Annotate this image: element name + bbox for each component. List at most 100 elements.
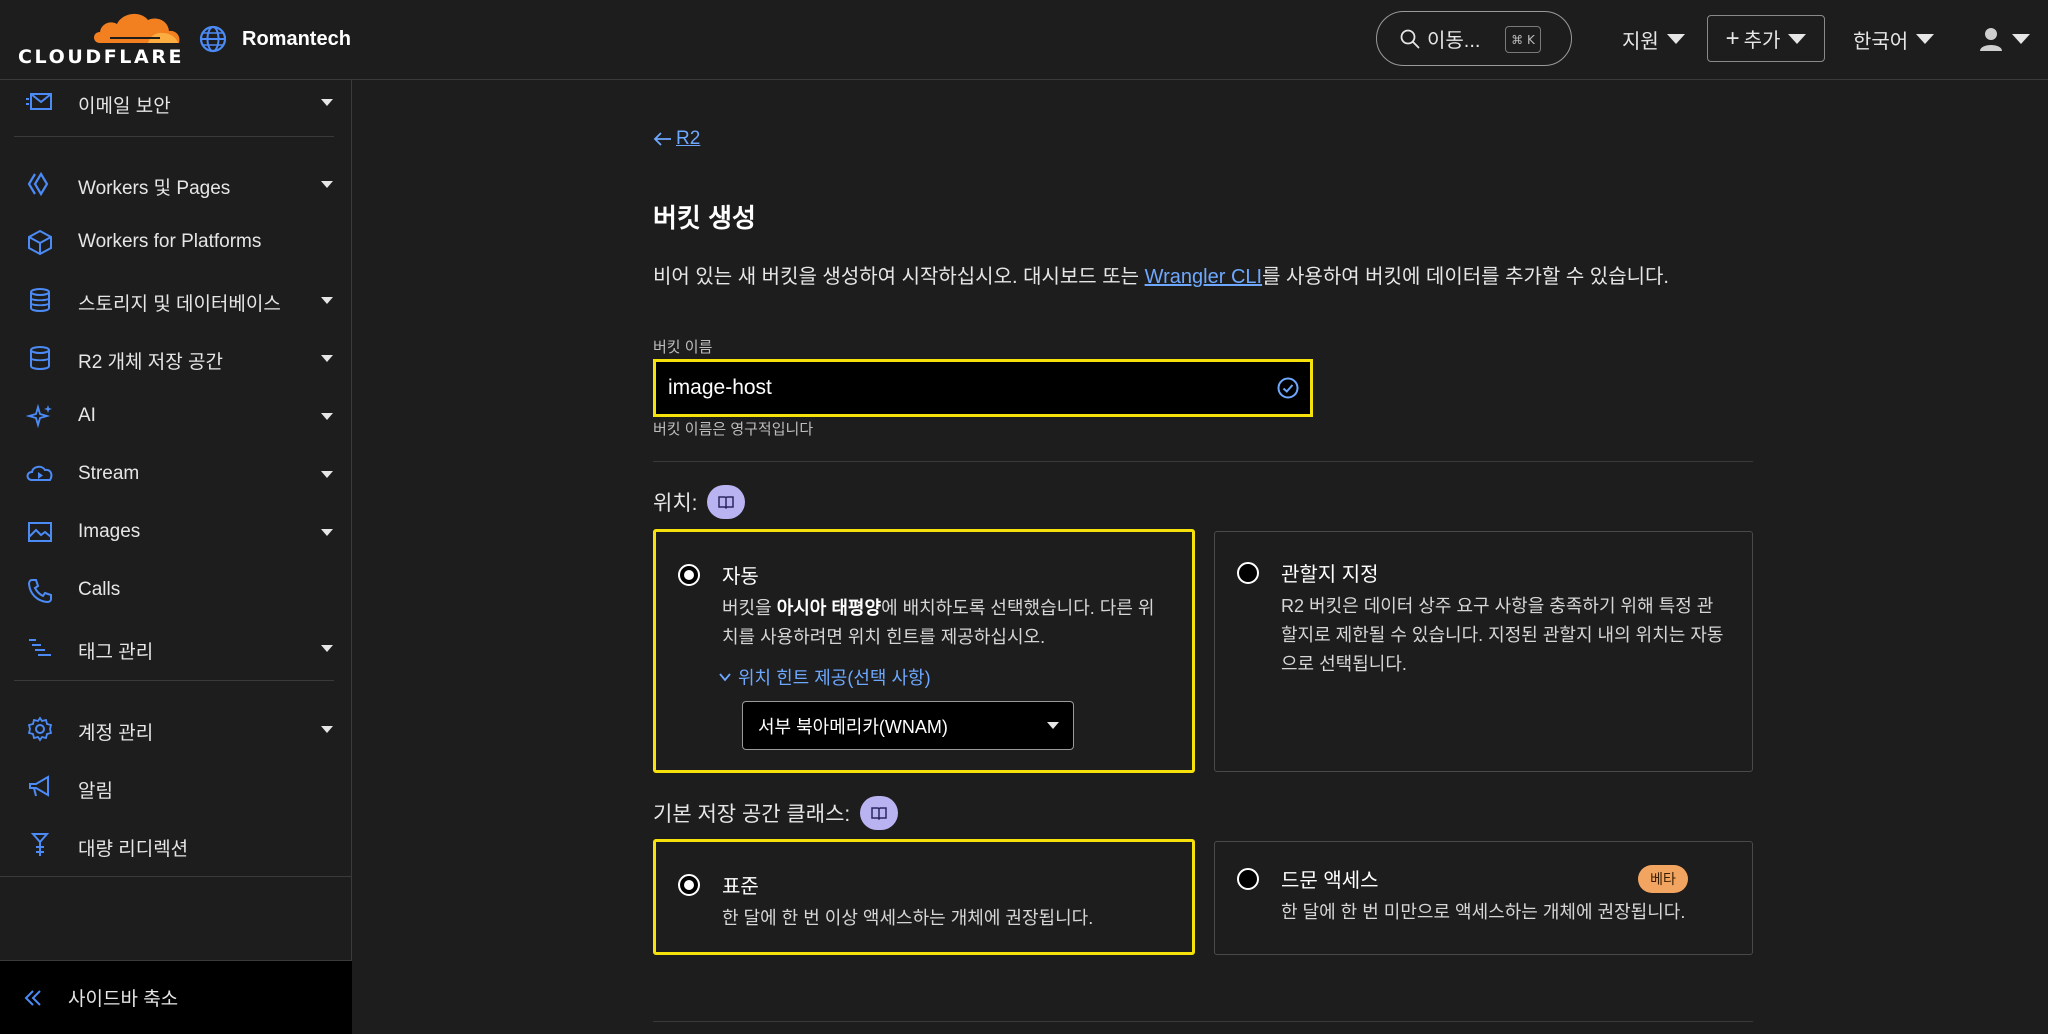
sparkle-icon: [26, 403, 52, 429]
region-name: 아시아 태평양: [776, 598, 882, 618]
location-hint-value: 서부 북아메리카(WNAM): [758, 716, 948, 737]
caret-down-icon: [321, 471, 333, 478]
caret-down-icon: [321, 413, 333, 420]
phone-icon: [27, 579, 52, 603]
back-to-r2-link[interactable]: R2: [652, 128, 700, 150]
collapse-sidebar-button[interactable]: 사이드바 축소: [0, 960, 352, 1034]
caret-down-icon: [321, 726, 333, 733]
sidebar-item-bulk-redirects[interactable]: 대량 리디렉션: [0, 823, 352, 867]
goto-search-button[interactable]: 이동... ⌘ K: [1376, 11, 1572, 66]
support-menu[interactable]: 지원: [1622, 22, 1685, 56]
docs-book-icon[interactable]: [707, 485, 746, 519]
sidebar-item-label: 알림: [78, 781, 113, 802]
caret-down-icon: [1047, 722, 1059, 729]
bucket-name-label: 버킷 이름: [653, 339, 713, 356]
section-divider: [653, 1021, 1753, 1022]
page-title: 버킷 생성: [653, 203, 756, 233]
storage-standard-title: 표준: [722, 876, 759, 898]
sidebar-item-notifications[interactable]: 알림: [0, 765, 352, 809]
sidebar-divider: [14, 136, 334, 137]
location-hint-toggle[interactable]: 위치 힌트 제공(선택 사항): [718, 664, 931, 690]
location-label: 위치:: [653, 492, 698, 515]
sidebar-item-r2-storage[interactable]: R2 개체 저장 공간: [0, 336, 352, 380]
sidebar-item-email-security[interactable]: 이메일 보안: [0, 80, 352, 124]
chevron-down-icon: [1916, 34, 1935, 44]
account-switcher[interactable]: Romantech: [198, 22, 351, 56]
chevron-down-icon: [719, 673, 731, 682]
description-text: 할지로 제한될 수 있습니다. 지정된 관할지 내의 위치는 자동: [1281, 625, 1724, 645]
sidebar-item-images[interactable]: Images: [0, 510, 352, 554]
location-section-label: 위치:: [653, 485, 746, 519]
storage-standard-description: 한 달에 한 번 이상 액세스하는 개체에 권장됩니다.: [722, 908, 1094, 928]
support-label: 지원: [1622, 30, 1659, 53]
sidebar-item-tag-management[interactable]: 태그 관리: [0, 626, 352, 670]
gear-icon: [27, 716, 53, 742]
location-auto-description: 버킷을 아시아 태평양에 배치하도록 선택했습니다. 다른 위 치를 사용하려면…: [722, 594, 1182, 652]
sidebar-item-account-management[interactable]: 계정 관리: [0, 707, 352, 751]
sidebar-item-label: AI: [78, 405, 96, 426]
search-icon: [1400, 29, 1420, 48]
storage-infrequent-card[interactable]: 드문 액세스 한 달에 한 번 미만으로 액세스하는 개체에 권장됩니다.: [1214, 841, 1753, 955]
sidebar-item-label: 대량 리디렉션: [78, 839, 189, 860]
location-jurisdiction-card[interactable]: 관할지 지정 R2 버킷은 데이터 상주 요구 사항을 충족하기 위해 특정 관…: [1214, 531, 1753, 772]
description-text: R2 버킷은 데이터 상주 요구 사항을 충족하기 위해 특정 관: [1281, 596, 1714, 616]
caret-down-icon: [321, 99, 333, 106]
collapse-sidebar-label: 사이드바 축소: [68, 989, 179, 1010]
sidebar-item-label: R2 개체 저장 공간: [78, 352, 224, 373]
sidebar-item-label: Images: [78, 521, 141, 542]
sidebar-item-storage-databases[interactable]: 스토리지 및 데이터베이스: [0, 278, 352, 322]
workers-icon: [27, 171, 49, 197]
storage-class-section-label: 기본 저장 공간 클래스:: [653, 796, 899, 830]
sidebar-item-workers-pages[interactable]: Workers 및 Pages: [0, 162, 352, 206]
sidebar-item-workers-for-platforms[interactable]: Workers for Platforms: [0, 220, 352, 264]
sidebar-item-stream[interactable]: Stream: [0, 452, 352, 496]
location-jurisdiction-title: 관할지 지정: [1281, 564, 1379, 586]
caret-down-icon: [321, 181, 333, 188]
caret-down-icon: [321, 355, 333, 362]
user-menu[interactable]: [1978, 22, 2030, 56]
sidebar-item-label: Workers for Platforms: [78, 231, 262, 252]
double-chevron-left-icon: [24, 989, 41, 1006]
sidebar-item-label: Workers 및 Pages: [78, 178, 231, 199]
sidebar-divider: [14, 680, 334, 681]
envelope-icon: [26, 93, 52, 110]
docs-book-icon[interactable]: [860, 796, 899, 830]
wrangler-cli-link[interactable]: Wrangler CLI: [1145, 266, 1262, 288]
back-link-label: R2: [676, 128, 701, 149]
logo-wordmark: CLOUDFLARE: [18, 46, 185, 68]
megaphone-icon: [29, 775, 49, 797]
add-menu-button[interactable]: + 추가: [1707, 15, 1825, 62]
description-text: 비어 있는 새 버킷을 생성하여 시작하십시오. 대시보드 또는: [653, 266, 1145, 288]
description-text: 를 사용하여 버킷에 데이터를 추가할 수 있습니다.: [1262, 266, 1669, 288]
stream-icon: [26, 465, 53, 481]
storage-standard-radio[interactable]: [678, 874, 700, 896]
location-hint-label: 위치 힌트 제공(선택 사항): [738, 668, 931, 688]
location-jurisdiction-radio[interactable]: [1237, 562, 1259, 584]
sidebar-item-label: 스토리지 및 데이터베이스: [78, 294, 281, 315]
sidebar-item-label: 이메일 보안: [78, 96, 171, 117]
sidebar-item-ai[interactable]: AI: [0, 394, 352, 438]
top-header: CLOUDFLARE Romantech 이동... ⌘ K 지원 + 추가 한…: [0, 0, 2048, 80]
chevron-down-icon: [2012, 34, 2030, 44]
sidebar-item-calls[interactable]: Calls: [0, 568, 352, 612]
description-text: 치를 사용하려면 위치 힌트를 제공하십시오.: [722, 627, 1046, 647]
bucket-name-field[interactable]: [653, 359, 1313, 417]
section-divider: [653, 461, 1753, 462]
storage-standard-card[interactable]: 표준 한 달에 한 번 이상 액세스하는 개체에 권장됩니다.: [653, 839, 1195, 955]
cloud-logo-icon: [94, 13, 180, 43]
cloudflare-logo[interactable]: CLOUDFLARE: [18, 10, 182, 68]
storage-infrequent-radio[interactable]: [1237, 868, 1259, 890]
description-text: 에 배치하도록 선택했습니다. 다른 위: [881, 598, 1155, 618]
image-icon: [28, 522, 52, 542]
bucket-name-input[interactable]: [656, 376, 1276, 400]
location-auto-radio[interactable]: [678, 564, 700, 586]
storage-icon: [30, 346, 50, 370]
sidebar: 이메일 보안 Workers 및 Pages Workers for Platf…: [0, 80, 352, 1034]
description-text: 버킷을: [722, 598, 777, 618]
language-menu[interactable]: 한국어: [1853, 22, 1935, 56]
storage-infrequent-description: 한 달에 한 번 미만으로 액세스하는 개체에 권장됩니다.: [1281, 902, 1686, 922]
location-hint-select[interactable]: 서부 북아메리카(WNAM): [742, 701, 1074, 750]
cube-icon: [28, 229, 52, 255]
add-label: 추가: [1743, 30, 1781, 52]
sidebar-item-label: Stream: [78, 463, 140, 484]
